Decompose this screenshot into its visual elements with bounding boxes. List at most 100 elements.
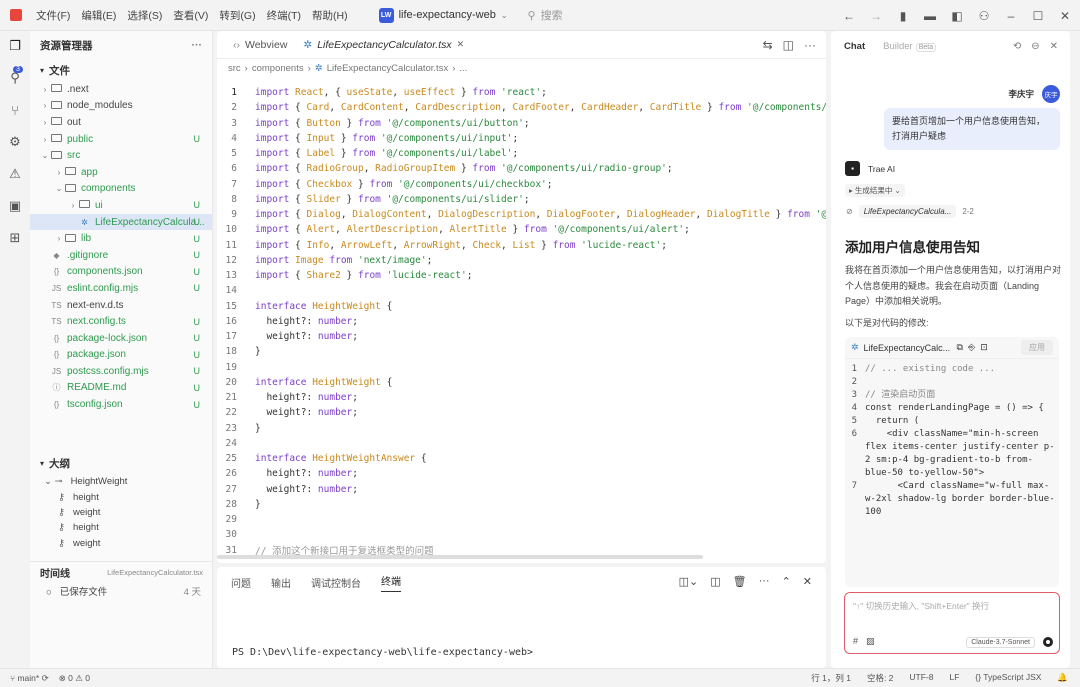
- outline-item[interactable]: ⌄ ⊸ HeightWeight: [30, 474, 213, 489]
- menu-item[interactable]: 文件(F): [36, 8, 70, 23]
- outline-item[interactable]: ⚷ weight: [30, 505, 213, 520]
- line-ending[interactable]: LF: [949, 672, 959, 684]
- outline-item[interactable]: ⚷ height: [30, 520, 213, 535]
- apps-icon[interactable]: ⊞: [6, 229, 24, 247]
- encoding[interactable]: UTF-8: [909, 672, 933, 684]
- breadcrumb-item[interactable]: ...: [459, 63, 467, 74]
- chat-input[interactable]: "↑" 切换历史输入, "Shift+Enter" 换行 # ▨ Claude-…: [844, 592, 1060, 654]
- tab-output[interactable]: 输出: [271, 575, 291, 590]
- maximize-icon[interactable]: ☐: [1031, 9, 1045, 23]
- menu-item[interactable]: 帮助(H): [312, 8, 348, 23]
- copy-icon[interactable]: ⧉: [957, 342, 963, 353]
- menu-item[interactable]: 查看(V): [173, 8, 208, 23]
- close-icon[interactable]: ✕: [1058, 9, 1072, 23]
- tab-life-expectancy-calculator[interactable]: ✲ LifeExpectancyCalculator.tsx ✕: [295, 31, 472, 59]
- file-tree-item[interactable]: ◆ .gitignore U: [30, 247, 212, 264]
- new-chat-icon[interactable]: ⊖: [1031, 41, 1039, 52]
- tab-terminal[interactable]: 终端: [381, 573, 401, 592]
- maximize-panel-icon[interactable]: ⌃: [782, 575, 791, 588]
- minimize-icon[interactable]: –: [1004, 9, 1018, 23]
- file-tree-item[interactable]: › public U: [30, 131, 212, 148]
- code-editor[interactable]: 1 import React, { useState, useEffect } f…: [217, 85, 826, 559]
- problems-status[interactable]: ⊗ 0 ⚠ 0: [59, 673, 90, 684]
- menu-item[interactable]: 终端(T): [267, 8, 301, 23]
- file-tree-item[interactable]: ✲ LifeExpectancyCalcula... U: [30, 213, 212, 231]
- tab-debug-console[interactable]: 调试控制台: [311, 575, 361, 590]
- more-actions-icon[interactable]: ···: [759, 575, 770, 588]
- outline-item[interactable]: ⚷ weight: [30, 536, 213, 551]
- model-selector[interactable]: Claude-3.7-Sonnet: [966, 637, 1035, 648]
- tab-chat[interactable]: Chat: [844, 41, 865, 52]
- search-box[interactable]: ⚲ 搜索: [528, 7, 563, 23]
- toggle-secondary-icon[interactable]: ◧: [950, 9, 964, 23]
- extensions-icon[interactable]: ⚙: [6, 133, 24, 151]
- image-icon[interactable]: ▨: [866, 636, 875, 647]
- breadcrumb-item[interactable]: LifeExpectancyCalculator.tsx: [327, 63, 448, 74]
- breadcrumb-item[interactable]: components: [252, 63, 304, 74]
- apply-button[interactable]: 应用: [1021, 340, 1053, 355]
- back-arrow-icon[interactable]: ←: [842, 9, 856, 23]
- tab-problems[interactable]: 问题: [231, 575, 251, 590]
- file-tree-item[interactable]: JS postcss.config.mjs U: [30, 363, 212, 380]
- diff-icon[interactable]: ⊡: [980, 342, 988, 353]
- layout-icon[interactable]: ◫⌄: [679, 575, 699, 588]
- cursor-position[interactable]: 行 1，列 1: [811, 672, 851, 684]
- split-terminal-icon[interactable]: ◫: [710, 575, 720, 588]
- forward-arrow-icon[interactable]: →: [869, 9, 883, 23]
- file-tree-item[interactable]: › app: [30, 164, 212, 181]
- trash-icon[interactable]: 🗑: [733, 575, 747, 588]
- more-actions-icon[interactable]: ···: [192, 39, 203, 51]
- menu-item[interactable]: 编辑(E): [81, 8, 116, 23]
- file-tree-item[interactable]: ⓘ README.md U: [30, 380, 212, 397]
- close-chat-icon[interactable]: ✕: [1050, 41, 1058, 52]
- file-tree-item[interactable]: › ui U: [30, 197, 212, 214]
- notifications-icon[interactable]: 🔔: [1057, 672, 1068, 684]
- split-editor-icon[interactable]: ◫: [783, 38, 794, 52]
- terminal-prompt[interactable]: PS D:\Dev\life-expectancy-web\life-expec…: [232, 647, 533, 658]
- close-tab-icon[interactable]: ✕: [457, 39, 465, 50]
- branch-status[interactable]: ⑂ main* ⟳: [10, 673, 49, 684]
- file-tree-item[interactable]: › .next: [30, 81, 212, 98]
- explorer-icon[interactable]: ❐: [6, 37, 24, 55]
- account-icon[interactable]: ⚇: [977, 9, 991, 23]
- file-reference[interactable]: ⊘ LifeExpectancyCalcula... 2-2: [846, 205, 974, 218]
- generating-status[interactable]: ▸ 生成结果中 ⌄: [845, 184, 905, 197]
- file-tree-item[interactable]: {} components.json U: [30, 264, 212, 281]
- hash-icon[interactable]: #: [853, 636, 858, 647]
- file-tree-item[interactable]: {} package.json U: [30, 347, 212, 364]
- insert-icon[interactable]: ⎆: [968, 342, 975, 353]
- file-tree-item[interactable]: › out: [30, 114, 212, 131]
- file-tree-item[interactable]: {} tsconfig.json U: [30, 396, 212, 413]
- file-tree-item[interactable]: › lib U: [30, 230, 212, 247]
- compare-icon[interactable]: ⇆: [763, 38, 773, 52]
- timeline-header[interactable]: 时间线 LifeExpectancyCalculator.tsx: [30, 562, 213, 582]
- language-mode[interactable]: {} TypeScript JSX: [975, 672, 1041, 684]
- tab-webview[interactable]: ‹› Webview: [225, 31, 295, 59]
- menu-item[interactable]: 转到(G): [219, 8, 255, 23]
- indentation[interactable]: 空格: 2: [867, 672, 893, 684]
- file-tree-item[interactable]: ⌄ src: [30, 147, 212, 164]
- outline-header[interactable]: ▾ 大纲: [30, 452, 213, 474]
- more-actions-icon[interactable]: ···: [804, 38, 816, 52]
- debug-icon[interactable]: ⚠: [6, 165, 24, 183]
- scrollbar[interactable]: [217, 555, 703, 559]
- file-tree-item[interactable]: TS next.config.ts U: [30, 313, 212, 330]
- breadcrumb-item[interactable]: src: [228, 63, 241, 74]
- file-tree-item[interactable]: TS next-env.d.ts: [30, 297, 212, 314]
- close-panel-icon[interactable]: ✕: [803, 575, 812, 588]
- send-button[interactable]: [1043, 637, 1053, 647]
- menu-item[interactable]: 选择(S): [127, 8, 162, 23]
- source-control-icon[interactable]: ⑂: [6, 101, 24, 119]
- history-icon[interactable]: ⟲: [1013, 41, 1021, 52]
- file-tree-item[interactable]: › node_modules: [30, 98, 212, 115]
- toggle-panel-icon[interactable]: ▬: [923, 9, 937, 23]
- file-tree-item[interactable]: {} package-lock.json U: [30, 330, 212, 347]
- remote-icon[interactable]: ▣: [6, 197, 24, 215]
- files-section-header[interactable]: ▾ 文件: [30, 59, 212, 81]
- toggle-sidebar-icon[interactable]: ▮: [896, 9, 910, 23]
- outline-item[interactable]: ⚷ height: [30, 489, 213, 504]
- file-tree-item[interactable]: ⌄ components: [30, 181, 212, 198]
- timeline-entry[interactable]: ○ 已保存文件 4 天: [30, 582, 213, 600]
- tab-builder[interactable]: Builder Beta: [883, 41, 937, 52]
- file-tree-item[interactable]: JS eslint.config.mjs U: [30, 280, 212, 297]
